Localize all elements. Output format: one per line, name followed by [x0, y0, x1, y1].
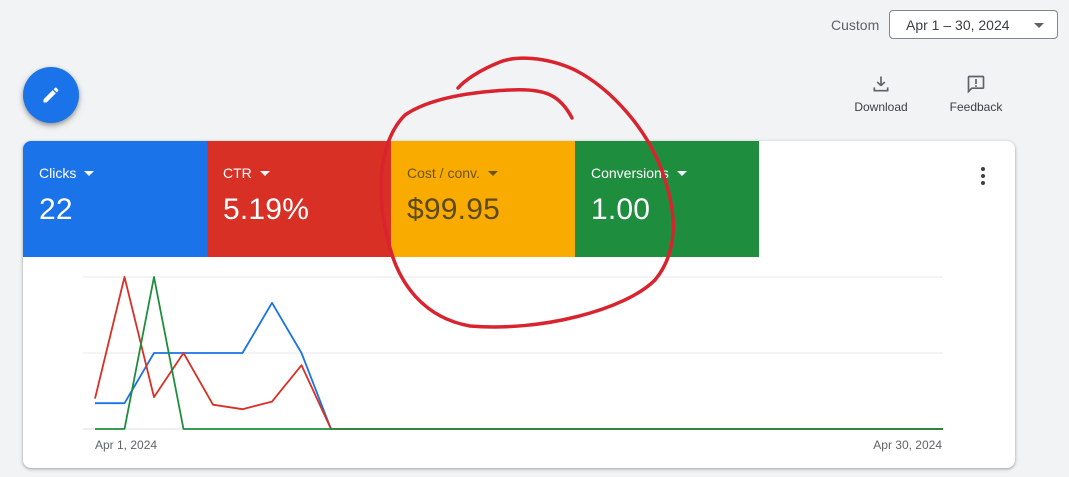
metric-ctr[interactable]: CTR 5.19% [207, 141, 391, 257]
download-icon [873, 76, 889, 92]
performance-card: Clicks 22 CTR 5.19% Cost / conv. $99.95 … [23, 141, 1015, 468]
date-range-label: Custom [831, 17, 880, 33]
date-range-value: Apr 1 – 30, 2024 [906, 17, 1010, 33]
x-axis-end-label: Apr 30, 2024 [873, 438, 942, 452]
series-line-0 [95, 301, 943, 430]
performance-line-chart [83, 276, 943, 430]
metric-value: 1.00 [591, 193, 651, 226]
dropdown-arrow-icon[interactable] [259, 170, 270, 176]
metric-label: Conversions [591, 165, 669, 181]
metric-conversions[interactable]: Conversions 1.00 [575, 141, 759, 257]
more-options-icon[interactable] [971, 165, 995, 189]
metric-clicks[interactable]: Clicks 22 [23, 141, 207, 257]
pencil-icon [43, 87, 59, 103]
metric-cost-per-conversion[interactable]: Cost / conv. $99.95 [391, 141, 575, 257]
metric-value: 22 [39, 193, 73, 226]
dropdown-arrow-icon[interactable] [676, 170, 687, 176]
edit-fab-button[interactable] [23, 67, 79, 123]
dropdown-arrow-icon[interactable] [84, 170, 95, 176]
feedback-label: Feedback [949, 100, 1003, 114]
download-button[interactable]: Download [841, 74, 921, 114]
dropdown-arrow-icon[interactable] [487, 170, 498, 176]
date-range-dropdown[interactable]: Apr 1 – 30, 2024 [889, 10, 1058, 39]
metric-label: Clicks [39, 165, 77, 181]
metric-label: CTR [223, 165, 252, 181]
feedback-icon [967, 75, 985, 94]
metric-value: 5.19% [223, 193, 310, 226]
metric-value: $99.95 [407, 193, 500, 226]
metric-label: Cost / conv. [407, 165, 480, 181]
download-label: Download [854, 100, 908, 114]
x-axis-start-label: Apr 1, 2024 [95, 438, 158, 452]
feedback-button[interactable]: Feedback [936, 74, 1016, 114]
chevron-down-icon [1034, 23, 1044, 28]
